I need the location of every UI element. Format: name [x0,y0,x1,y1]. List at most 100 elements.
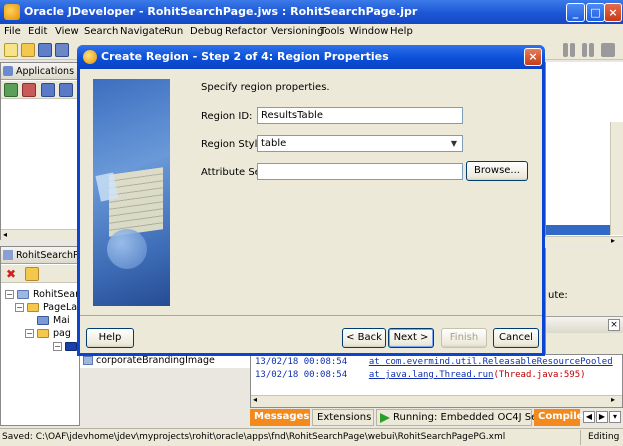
menu-edit[interactable]: Edit [28,26,47,37]
region-id-field[interactable]: ResultsTable [257,107,463,124]
tree-node-corporate-branding-image[interactable]: corporateBrandingImage [96,355,215,366]
tabs-scroll-right-icon[interactable]: ▶ [596,411,608,423]
region-id-label: Region ID: [201,111,253,122]
menu-versioning[interactable]: Versioning [271,26,323,37]
scroll-left-icon[interactable]: ◂ [3,230,7,239]
step-icon[interactable] [582,43,587,57]
dialog-separator [80,315,542,316]
pin-icon[interactable]: ✖ [6,267,16,281]
main-window-titlebar: Oracle JDeveloper - RohitSearchPage.jws … [0,0,623,24]
save-icon[interactable] [38,43,52,57]
table-graphic [109,167,163,237]
attribute-set-field[interactable] [257,163,463,180]
tab-messages[interactable]: Messages [250,409,310,426]
navigator-toolbar [1,81,79,99]
navigator-hscrollbar[interactable]: ◂ [1,229,79,240]
maximize-button[interactable]: □ [586,3,605,22]
property-inspector-panel: ute: × [545,248,623,356]
region-icon [65,342,77,351]
dialog-app-icon [83,50,97,64]
create-region-dialog: Create Region - Step 2 of 4: Region Prop… [77,45,545,356]
minimize-button[interactable]: _ [566,3,585,22]
expand-toggle-3[interactable]: − [25,329,34,338]
tabs-scroll-left-icon[interactable]: ◀ [583,411,595,423]
save-all-icon[interactable] [55,43,69,57]
tree-node-main[interactable]: Mai [53,315,70,326]
applications-navigator-panel: Applications Nav ◂ [0,62,96,240]
pause-icon-2[interactable] [570,43,575,57]
back-button[interactable]: < Back [342,328,386,348]
menu-tools[interactable]: Tools [320,26,345,37]
folder-icon [37,329,49,338]
status-mode: Editing [588,432,620,442]
applications-navigator-tab[interactable]: Applications Nav [1,63,96,80]
dialog-titlebar: Create Region - Step 2 of 4: Region Prop… [77,45,545,69]
tab-running[interactable]: Running: Embedded OC4J Server [376,409,558,426]
dialog-close-button[interactable]: × [524,48,542,66]
help-button[interactable]: Help [86,328,134,348]
freeze-view-icon[interactable] [25,267,39,281]
browse-button[interactable]: Browse... [466,161,528,181]
log-line-2: 13/02/18 00:08:54 at java.lang.Thread.ru… [255,370,586,380]
close-log-icon[interactable]: × [608,319,620,331]
new-icon[interactable] [4,43,18,57]
pause-icon[interactable] [563,43,568,57]
menu-navigate[interactable]: Navigate [120,26,165,37]
tab-compiler[interactable]: Compiler [534,409,588,426]
close-window-button[interactable]: × [604,3,622,22]
menu-view[interactable]: View [55,26,79,37]
filter-icon[interactable] [41,83,55,97]
refresh-icon[interactable] [59,83,73,97]
tabs-menu-icon[interactable]: ▾ [609,411,621,423]
tree-node-row: corporateBrandingImage [80,354,250,368]
menu-help[interactable]: Help [390,26,413,37]
add-icon[interactable] [4,83,18,97]
tab-extensions[interactable]: Extensions [312,409,374,426]
dropdown-arrow-icon[interactable]: ▼ [448,137,460,150]
menu-run[interactable]: Run [164,26,183,37]
structure-toolbar: ✖ [1,265,79,283]
dialog-title: Create Region - Step 2 of 4: Region Prop… [101,50,389,63]
log-window: 13/02/18 00:08:54 at com.evermind.util.R… [250,354,623,408]
menu-file[interactable]: File [4,26,21,37]
expand-toggle-4[interactable]: − [53,342,62,351]
status-bar: Saved: C:\OAF\jdevhome\jdev\myprojects\r… [0,428,623,446]
pagelayout-icon [27,303,39,312]
attribute-label-fragment: ute: [548,290,568,301]
status-divider [580,430,581,445]
main-region-icon [37,316,49,325]
next-button[interactable]: Next > [388,328,434,348]
structure-tab[interactable]: RohitSearchPag [1,247,90,264]
wizard-illustration [93,79,170,306]
cancel-button[interactable]: Cancel [493,328,539,348]
menu-debug[interactable]: Debug [190,26,223,37]
step-icon-2[interactable] [589,43,594,57]
tree-node-page[interactable]: pag [53,328,71,339]
remove-icon[interactable] [22,83,36,97]
editor-vscrollbar[interactable] [610,122,623,235]
expand-toggle[interactable]: − [5,290,14,299]
menu-refactor[interactable]: Refactor [225,26,267,37]
menu-bar: File Edit View Search Navigate Run Debug… [0,24,623,41]
log-line-1-text[interactable]: at com.evermind.util.ReleasableResourceP… [369,357,613,367]
menu-search[interactable]: Search [84,26,118,37]
log-line-2-suffix: (Thread.java:595) [493,370,586,380]
log-hscrollbar[interactable]: ◂ ▸ [251,395,622,407]
editor-hscrollbar[interactable]: ▸ [545,236,623,246]
finish-button[interactable]: Finish [441,328,487,348]
image-item-icon [83,356,93,365]
log-line-1: 13/02/18 00:08:54 at com.evermind.util.R… [255,357,613,367]
run-play-icon [380,413,390,423]
log-scroll-left-icon[interactable]: ◂ [253,395,257,404]
instruction-text: Specify region properties. [201,82,330,93]
log-line-2-text[interactable]: at java.lang.Thread.run [369,370,494,380]
menu-window[interactable]: Window [349,26,388,37]
region-style-select[interactable]: table ▼ [257,135,463,152]
scroll-right-icon[interactable]: ▸ [611,236,615,245]
trash-icon[interactable] [601,43,615,57]
log-scroll-right-icon[interactable]: ▸ [611,395,615,404]
expand-toggle-2[interactable]: − [15,303,24,312]
main-window-title: Oracle JDeveloper - RohitSearchPage.jws … [24,5,418,18]
log-panel-header: × [546,316,623,333]
open-folder-icon[interactable] [21,43,35,57]
